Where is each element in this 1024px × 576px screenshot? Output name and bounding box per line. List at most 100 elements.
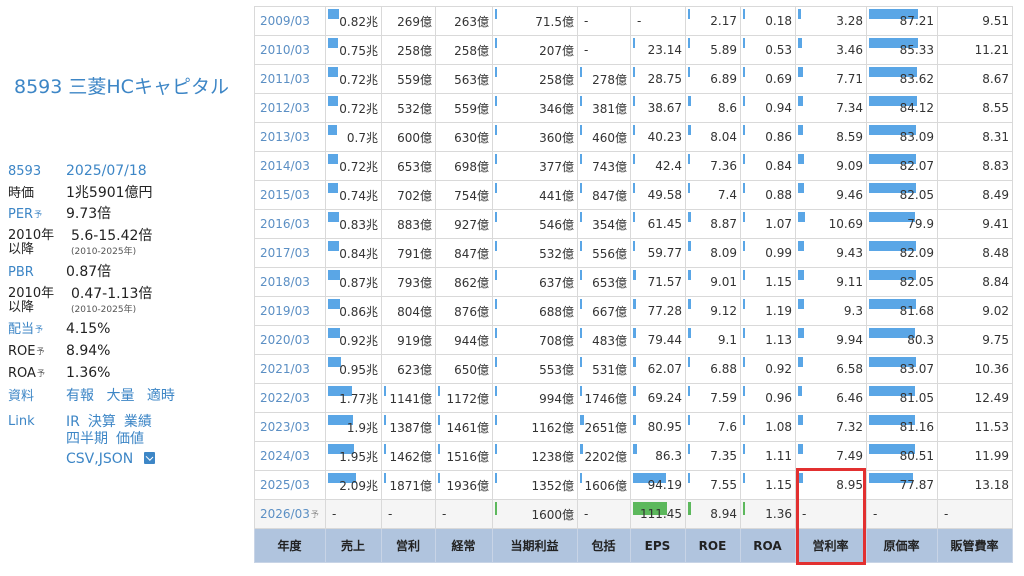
quote-date[interactable]: 2025/07/18 xyxy=(66,164,147,179)
table-cell: 556億 xyxy=(577,238,631,268)
link-yuho[interactable]: 有報 xyxy=(66,388,94,404)
column-header[interactable]: 包括 xyxy=(577,528,631,563)
year-label[interactable]: 2010/03 xyxy=(260,43,310,57)
cell-value: 1516億 xyxy=(446,449,489,464)
table-cell: 0.74兆 xyxy=(325,180,382,210)
year-cell[interactable]: 2014/03 xyxy=(254,151,326,181)
year-label[interactable]: 2015/03 xyxy=(260,188,310,202)
year-label[interactable]: 2017/03 xyxy=(260,246,310,260)
year-label[interactable]: 2020/03 xyxy=(260,333,310,347)
link-kessan[interactable]: 決算 xyxy=(88,414,116,430)
cell-bar xyxy=(688,154,690,164)
cell-value: 2202億 xyxy=(584,449,627,464)
link-ir[interactable]: IR xyxy=(66,414,80,430)
year-label[interactable]: 2019/03 xyxy=(260,304,310,318)
stock-code[interactable]: 8593 xyxy=(8,164,66,179)
link-tairyo[interactable]: 大量 xyxy=(106,388,134,404)
table-cell: 559億 xyxy=(435,93,493,123)
table-cell: 6.46 xyxy=(795,383,867,413)
link-gyoseki[interactable]: 業績 xyxy=(124,414,152,430)
year-cell[interactable]: 2015/03 xyxy=(254,180,326,210)
year-cell[interactable]: 2018/03 xyxy=(254,267,326,297)
year-cell[interactable]: 2013/03 xyxy=(254,122,326,152)
cell-bar xyxy=(328,9,339,19)
since-2010-label-pbr: 2010年 以降 xyxy=(8,286,55,315)
year-label[interactable]: 2026/03 xyxy=(260,507,310,521)
cell-value: 258億 xyxy=(454,43,489,58)
column-header[interactable]: ROE xyxy=(685,528,741,563)
cell-bar xyxy=(580,386,582,396)
year-cell[interactable]: 2023/03 xyxy=(254,412,326,442)
cell-bar xyxy=(328,96,338,106)
link-csv-json[interactable]: CSV,JSON xyxy=(66,451,133,467)
cell-bar xyxy=(688,212,691,222)
column-header[interactable]: 売上 xyxy=(325,528,382,563)
year-cell[interactable]: 2012/03 xyxy=(254,93,326,123)
year-cell[interactable]: 2026/03予 xyxy=(254,499,326,529)
column-header[interactable]: 営利 xyxy=(381,528,436,563)
cell-value: 2651億 xyxy=(584,420,627,435)
cell-value: 7.59 xyxy=(710,391,737,405)
year-cell[interactable]: 2011/03 xyxy=(254,64,326,94)
table-cell: 8.95 xyxy=(795,470,867,500)
cell-value: 9.1 xyxy=(717,333,737,347)
company-title[interactable]: 8593 三菱HCキャピタル xyxy=(14,76,244,99)
per-label[interactable]: PER xyxy=(8,207,33,222)
column-header[interactable]: 販管費率 xyxy=(937,528,1013,563)
year-label[interactable]: 2021/03 xyxy=(260,362,310,376)
cell-bar xyxy=(743,386,745,396)
cell-value: 7.36 xyxy=(710,159,737,173)
table-cell: 11.99 xyxy=(937,441,1013,471)
year-label[interactable]: 2016/03 xyxy=(260,217,310,231)
cell-value: 600億 xyxy=(397,130,432,145)
year-cell[interactable]: 2010/03 xyxy=(254,35,326,65)
table-cell: 79.9 xyxy=(866,209,938,239)
link-tekiji[interactable]: 適時 xyxy=(147,388,175,404)
table-cell: 7.35 xyxy=(685,441,741,471)
year-cell[interactable]: 2016/03 xyxy=(254,209,326,239)
table-cell: 8.31 xyxy=(937,122,1013,152)
table-cell: 7.6 xyxy=(685,412,741,442)
year-label[interactable]: 2025/03 xyxy=(260,478,310,492)
year-label[interactable]: 2013/03 xyxy=(260,130,310,144)
year-cell[interactable]: 2020/03 xyxy=(254,325,326,355)
year-cell[interactable]: 2019/03 xyxy=(254,296,326,326)
year-label[interactable]: 2012/03 xyxy=(260,101,310,115)
year-label[interactable]: 2022/03 xyxy=(260,391,310,405)
table-cell: - xyxy=(866,499,938,529)
cell-value: 1.13 xyxy=(765,333,792,347)
column-header[interactable]: 原価率 xyxy=(866,528,938,563)
year-label[interactable]: 2018/03 xyxy=(260,275,310,289)
year-cell[interactable]: 2017/03 xyxy=(254,238,326,268)
table-cell: 1172億 xyxy=(435,383,493,413)
year-cell[interactable]: 2009/03 xyxy=(254,6,326,36)
year-cell[interactable]: 2021/03 xyxy=(254,354,326,384)
cell-value: 1936億 xyxy=(446,478,489,493)
column-header[interactable]: ROA xyxy=(740,528,796,563)
download-icon[interactable] xyxy=(144,452,156,464)
dividend-label[interactable]: 配当 xyxy=(8,322,34,337)
column-header[interactable]: 当期利益 xyxy=(492,528,578,563)
column-header[interactable]: 営利率 xyxy=(795,528,867,563)
cell-value: 207億 xyxy=(539,43,574,58)
year-cell[interactable]: 2025/03 xyxy=(254,470,326,500)
link-shihanki[interactable]: 四半期 xyxy=(66,431,108,447)
year-label[interactable]: 2009/03 xyxy=(260,14,310,28)
link-kachi[interactable]: 価値 xyxy=(116,431,144,447)
year-label[interactable]: 2014/03 xyxy=(260,159,310,173)
column-header[interactable]: 年度 xyxy=(254,528,326,563)
column-header[interactable]: EPS xyxy=(630,528,686,563)
table-cell: 0.95兆 xyxy=(325,354,382,384)
table-row: 2024/03 1.95兆 1462億 1516億 1238億 2202億 86.3 7.35… xyxy=(254,441,1013,471)
column-header[interactable]: 経常 xyxy=(435,528,493,563)
year-label[interactable]: 2023/03 xyxy=(260,420,310,434)
year-label[interactable]: 2024/03 xyxy=(260,449,310,463)
cell-bar xyxy=(743,357,745,367)
table-cell: 80.51 xyxy=(866,441,938,471)
pbr-label[interactable]: PBR xyxy=(8,265,66,280)
cell-value: 81.05 xyxy=(899,391,934,405)
per-range-years: (2010-2025年) xyxy=(71,247,137,257)
year-cell[interactable]: 2024/03 xyxy=(254,441,326,471)
year-cell[interactable]: 2022/03 xyxy=(254,383,326,413)
year-label[interactable]: 2011/03 xyxy=(260,72,310,86)
